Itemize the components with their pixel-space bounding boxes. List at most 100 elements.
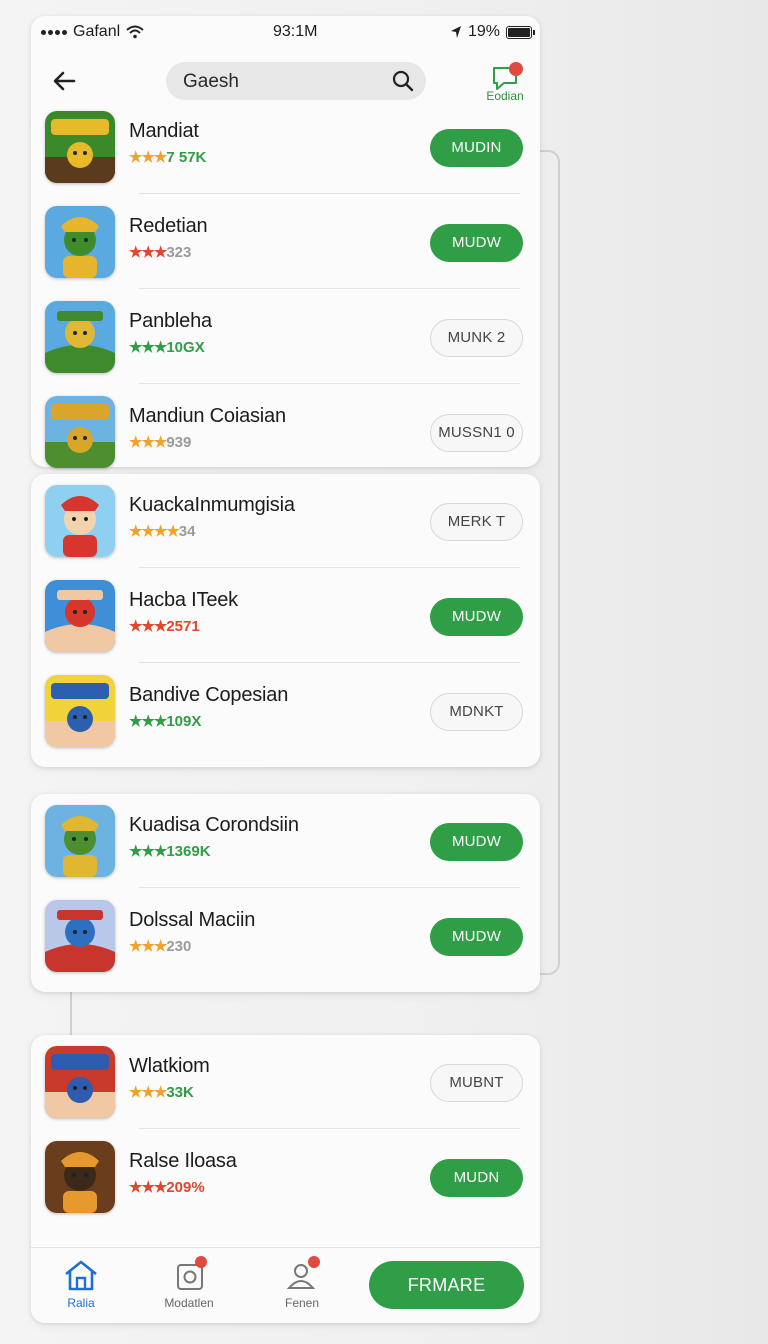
- install-button[interactable]: MERK T: [430, 503, 523, 541]
- list-item[interactable]: Redetian ★★★323 MUDW: [31, 195, 540, 289]
- star-rating-icon: ★★★: [129, 1179, 167, 1196]
- rating: ★★★939: [129, 433, 191, 451]
- list-item[interactable]: Hacba ITeek ★★★2571 MUDW: [31, 569, 540, 663]
- app-icon[interactable]: [45, 1046, 115, 1118]
- tab-modatlen-label: Modatlen: [164, 1296, 214, 1310]
- app-name: Redetian: [129, 215, 208, 237]
- app-name: Ralse Iloasa: [129, 1150, 237, 1172]
- install-button[interactable]: MUDW: [430, 823, 523, 861]
- list-item[interactable]: Bandive Copesian ★★★109X MDNKT: [31, 664, 540, 758]
- rating: ★★★109X: [129, 712, 201, 730]
- divider: [139, 383, 520, 384]
- app-icon[interactable]: [45, 805, 115, 877]
- notification-badge: [509, 62, 523, 76]
- list-item[interactable]: Wlatkiom ★★★33K MUBNT: [31, 1035, 540, 1129]
- tab-badge: [308, 1256, 320, 1268]
- list-item[interactable]: KuackaInmumgisia ★★★★34 MERK T: [31, 474, 540, 568]
- star-rating-icon: ★★★: [129, 244, 167, 261]
- install-button[interactable]: MUDW: [430, 224, 523, 262]
- location-icon: [450, 26, 461, 38]
- app-name: Wlatkiom: [129, 1055, 210, 1077]
- rating: ★★★10GX: [129, 338, 205, 356]
- star-rating-icon: ★★★: [129, 843, 167, 860]
- tab-bar: Ralia Modatlen Fenen FRMARE: [31, 1247, 540, 1323]
- list-item[interactable]: Kuadisa Corondsiin ★★★1369K MUDW: [31, 794, 540, 888]
- star-rating-icon: ★★★★: [129, 523, 180, 540]
- back-arrow-icon[interactable]: [49, 66, 79, 96]
- wifi-icon: [126, 25, 144, 39]
- list-item[interactable]: Dolssal Maciin ★★★230 MUDW: [31, 889, 540, 983]
- app-name: Mandiat: [129, 120, 199, 142]
- app-name: KuackaInmumgisia: [129, 494, 295, 516]
- rating-count: 109X: [166, 713, 202, 730]
- tab-badge: [195, 1256, 207, 1268]
- star-rating-icon: ★★★: [129, 339, 167, 356]
- rating-count: 10GX: [166, 339, 205, 356]
- clock: 93:1M: [273, 23, 318, 40]
- rating-count: 34: [178, 523, 196, 540]
- install-button[interactable]: MUDW: [430, 598, 523, 636]
- star-rating-icon: ★★★: [129, 149, 167, 166]
- rating-count: 230: [166, 938, 192, 955]
- lower-card: Kuadisa Corondsiin ★★★1369K MUDW Dolssal…: [31, 794, 540, 992]
- status-bar: Gafanl 93:1M 19%: [31, 16, 540, 50]
- install-button[interactable]: MUBNT: [430, 1064, 523, 1102]
- install-button[interactable]: MUNK 2: [430, 319, 523, 357]
- star-rating-icon: ★★★: [129, 713, 167, 730]
- search-input[interactable]: Gaesh: [183, 71, 239, 93]
- app-icon[interactable]: [45, 206, 115, 278]
- rating-count: 2571: [166, 618, 200, 635]
- divider: [139, 193, 520, 194]
- app-icon[interactable]: [45, 111, 115, 183]
- rating: ★★★★34: [129, 522, 195, 540]
- app-icon[interactable]: [45, 900, 115, 972]
- tab-fenen[interactable]: Fenen: [262, 1256, 342, 1310]
- star-rating-icon: ★★★: [129, 434, 167, 451]
- search-bar[interactable]: Gaesh: [166, 62, 426, 100]
- install-button[interactable]: MUDW: [430, 918, 523, 956]
- install-button[interactable]: MUSSN1 0: [430, 414, 523, 452]
- star-rating-icon: ★★★: [129, 618, 167, 635]
- battery-icon: [506, 25, 535, 39]
- app-icon[interactable]: [45, 485, 115, 557]
- middle-card: KuackaInmumgisia ★★★★34 MERK T Hacba ITe…: [31, 474, 540, 767]
- search-icon[interactable]: [392, 70, 414, 92]
- rating: ★★★209%: [129, 1178, 205, 1196]
- list-item[interactable]: Mandiun Coiasian ★★★939 MUSSN1 0: [31, 385, 540, 479]
- rating-count: 209%: [166, 1179, 205, 1196]
- list-item[interactable]: Panbleha ★★★10GX MUNK 2: [31, 290, 540, 384]
- app-icon[interactable]: [45, 301, 115, 373]
- install-button[interactable]: MUDIN: [430, 129, 523, 167]
- carrier-label: Gafanl: [73, 23, 121, 40]
- app-icon[interactable]: [45, 675, 115, 747]
- app-name: Hacba ITeek: [129, 589, 238, 611]
- list-item[interactable]: Mandiat ★★★7 57K MUDIN: [31, 100, 540, 194]
- divider: [139, 887, 520, 888]
- primary-action-button[interactable]: FRMARE: [369, 1261, 524, 1309]
- signal-icon: [41, 29, 67, 35]
- rating: ★★★33K: [129, 1083, 194, 1101]
- divider: [139, 567, 520, 568]
- install-button[interactable]: MDNKT: [430, 693, 523, 731]
- list-item[interactable]: Ralse Iloasa ★★★209% MUDN: [31, 1130, 540, 1224]
- rating-count: 1369K: [166, 843, 211, 860]
- divider: [139, 288, 520, 289]
- app-name: Kuadisa Corondsiin: [129, 814, 299, 836]
- app-icon[interactable]: [45, 580, 115, 652]
- rating-count: 323: [166, 244, 192, 261]
- connector-line-left: [70, 990, 72, 1035]
- tab-home[interactable]: Ralia: [41, 1258, 121, 1310]
- rating: ★★★2571: [129, 617, 200, 635]
- app-icon[interactable]: [45, 1141, 115, 1213]
- tab-modatlen[interactable]: Modatlen: [149, 1256, 229, 1310]
- install-button[interactable]: MUDN: [430, 1159, 523, 1197]
- top-card: Gafanl 93:1M 19% Gaesh Eodian Mandiat ★★…: [31, 16, 540, 468]
- rating: ★★★230: [129, 937, 191, 955]
- app-icon[interactable]: [45, 396, 115, 468]
- app-name: Panbleha: [129, 310, 212, 332]
- app-name: Bandive Copesian: [129, 684, 289, 706]
- star-rating-icon: ★★★: [129, 938, 167, 955]
- app-name: Mandiun Coiasian: [129, 405, 286, 427]
- rating-count: 939: [166, 434, 192, 451]
- home-icon: [65, 1260, 97, 1291]
